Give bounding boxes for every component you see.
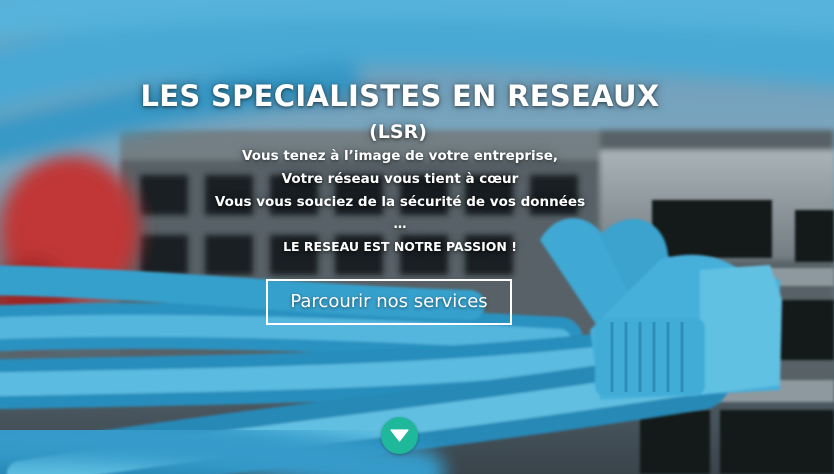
hero-text-line: Vous tenez à l’image de votre entreprise… (241, 148, 559, 164)
hero-text-line: Votre réseau vous tient à cœur (281, 171, 519, 187)
hero-section: LES SPECIALISTES EN RESEAUX (LSR) Vous t… (0, 0, 834, 474)
scroll-down-button[interactable] (381, 417, 418, 454)
hero-content: LES SPECIALISTES EN RESEAUX (LSR) Vous t… (0, 0, 834, 474)
browse-services-button[interactable]: Parcourir nos services (266, 279, 512, 325)
hero-text-line: Vous vous souciez de la sécurité de vos … (214, 194, 586, 210)
chevron-down-icon (390, 429, 409, 442)
hero-subtitle: (LSR) (369, 121, 427, 143)
hero-text-ellipsis: … (393, 217, 407, 232)
hero-title: LES SPECIALISTES EN RESEAUX (140, 79, 660, 113)
hero-tagline: LE RESEAU EST NOTRE PASSION ! (283, 239, 517, 254)
